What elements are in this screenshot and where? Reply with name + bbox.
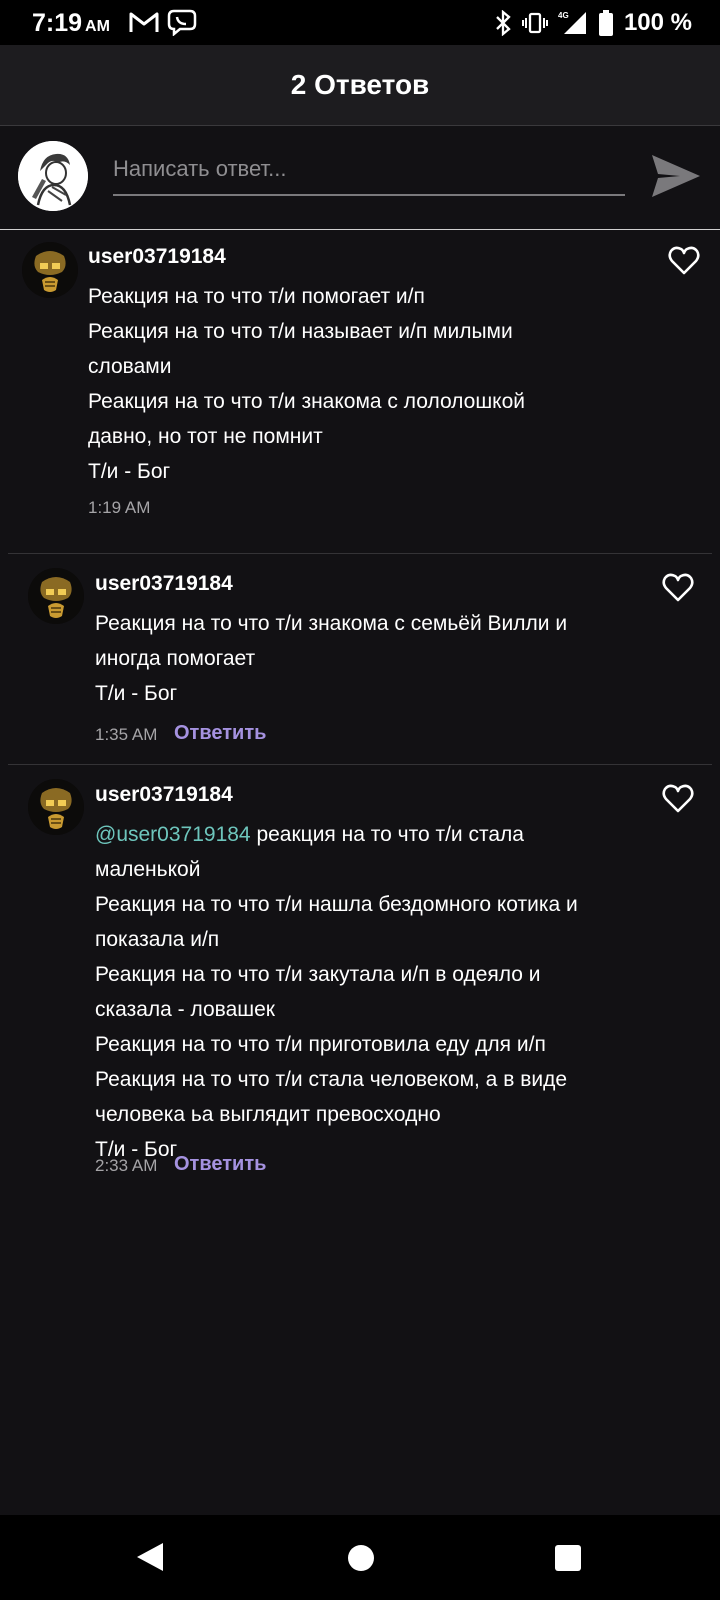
comment-text: Реакция на то что т/и помогает и/п Реакц…: [88, 285, 526, 483]
reply-composer: [0, 126, 720, 230]
comment-time: 2:33 AM: [95, 1156, 158, 1175]
comment-reply: user03719184 @user03719184 реакция на то…: [0, 765, 720, 1215]
comment-text: @user03719184 реакция на то что т/и стал…: [95, 823, 578, 1161]
comment-username[interactable]: user03719184: [88, 245, 226, 269]
page-title: 2 Ответов: [290, 69, 430, 100]
avatar[interactable]: [28, 568, 84, 624]
heart-icon[interactable]: [667, 244, 701, 278]
system-nav-bar: [0, 1515, 720, 1600]
comment-time: 1:35 AM: [95, 725, 158, 744]
battery-percent: 100 %: [623, 9, 692, 36]
send-icon[interactable]: [650, 151, 702, 201]
my-avatar[interactable]: [18, 141, 88, 211]
back-icon[interactable]: [137, 1543, 163, 1571]
comment-username[interactable]: user03719184: [95, 572, 233, 596]
reply-button[interactable]: Ответить: [174, 1153, 266, 1176]
vibrate-icon: [521, 12, 548, 34]
viber-icon: [167, 9, 197, 36]
svg-text:4G: 4G: [558, 11, 569, 20]
status-bar: 7:19 AM 4G 100 %: [0, 0, 720, 45]
mention-link[interactable]: @user03719184: [95, 823, 251, 846]
heart-icon[interactable]: [661, 782, 695, 816]
heart-icon[interactable]: [661, 571, 695, 605]
reply-button[interactable]: Ответить: [174, 722, 266, 745]
avatar[interactable]: [22, 242, 78, 298]
avatar[interactable]: [28, 779, 84, 835]
comment: user03719184 Реакция на то что т/и помог…: [0, 230, 720, 552]
home-icon[interactable]: [348, 1545, 374, 1571]
status-time: 7:19 AM: [32, 9, 110, 37]
recents-icon[interactable]: [555, 1545, 581, 1571]
bluetooth-icon: [496, 10, 511, 36]
comment-username[interactable]: user03719184: [95, 783, 233, 807]
comment-text: Реакция на то что т/и знакома с семьёй В…: [95, 612, 568, 705]
header: 2 Ответов: [0, 45, 720, 126]
gmail-icon: [129, 12, 159, 32]
reply-input[interactable]: [113, 144, 625, 196]
comment-time: 1:19 AM: [88, 498, 151, 517]
status-icons: 4G 100 %: [494, 8, 692, 38]
battery-icon: [598, 10, 613, 36]
signal-icon: 4G: [558, 11, 586, 34]
comment-reply: user03719184 Реакция на то что т/и знако…: [0, 554, 720, 764]
